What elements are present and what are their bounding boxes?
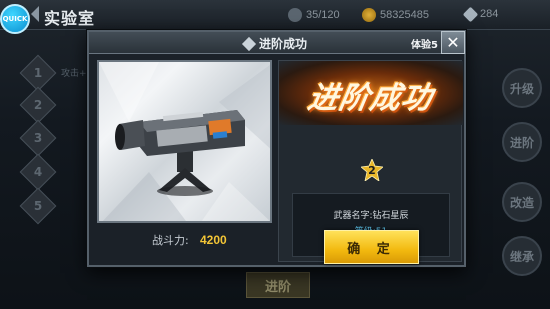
energy-value: 35/120 bbox=[306, 9, 340, 21]
inherit-button[interactable]: 继承 bbox=[502, 236, 542, 276]
top-bar: 实验室 35/120 58325485 284 bbox=[0, 0, 550, 30]
trial-label: 体验5 bbox=[411, 40, 438, 51]
modify-button[interactable]: 改造 bbox=[502, 182, 542, 222]
coin-counter: 58325485 bbox=[362, 8, 429, 22]
gem-icon bbox=[462, 6, 479, 22]
upgrade-button[interactable]: 升级 bbox=[502, 68, 542, 108]
weapon-preview bbox=[97, 60, 272, 223]
energy-icon bbox=[288, 8, 302, 22]
combat-power-value: 4200 bbox=[200, 233, 227, 247]
star-level-icon bbox=[361, 159, 383, 181]
advance-button[interactable]: 进阶 bbox=[502, 122, 542, 162]
gem-value: 284 bbox=[480, 8, 499, 20]
energy-counter: 35/120 bbox=[288, 8, 340, 22]
advance-success-dialog: 进阶成功 体验5 ✕ 战斗力: 4200 进阶成功 2 武器名字:钻石星辰 确 … bbox=[87, 30, 466, 267]
gem-counter: 284 bbox=[462, 6, 499, 22]
dialog-title: 进阶成功 bbox=[241, 35, 308, 52]
quick-button[interactable]: QUICK bbox=[0, 4, 30, 34]
back-arrow-icon[interactable] bbox=[31, 6, 39, 22]
dialog-title-text: 进阶成功 bbox=[259, 37, 308, 51]
success-banner-text: 进阶成功 bbox=[305, 81, 436, 116]
weapon-name: 武器名字:钻石星辰 bbox=[333, 211, 409, 221]
success-banner: 进阶成功 bbox=[279, 61, 463, 125]
turret-weapon-image bbox=[99, 62, 270, 221]
confirm-button[interactable]: 确 定 bbox=[324, 230, 419, 264]
advance-bottom-button[interactable]: 进阶 bbox=[246, 272, 310, 298]
coin-icon bbox=[362, 8, 376, 22]
close-button[interactable]: ✕ bbox=[441, 31, 465, 54]
cube-icon bbox=[241, 36, 257, 51]
page-title: 实验室 bbox=[44, 9, 96, 28]
attack-bonus-text: 攻击+ bbox=[61, 69, 87, 79]
combat-power-row: 战斗力: 4200 bbox=[97, 229, 272, 251]
combat-power-label: 战斗力: bbox=[152, 234, 189, 247]
close-icon: ✕ bbox=[446, 33, 460, 52]
dialog-header: 进阶成功 体验5 ✕ bbox=[89, 31, 465, 54]
coin-value: 58325485 bbox=[380, 9, 429, 21]
